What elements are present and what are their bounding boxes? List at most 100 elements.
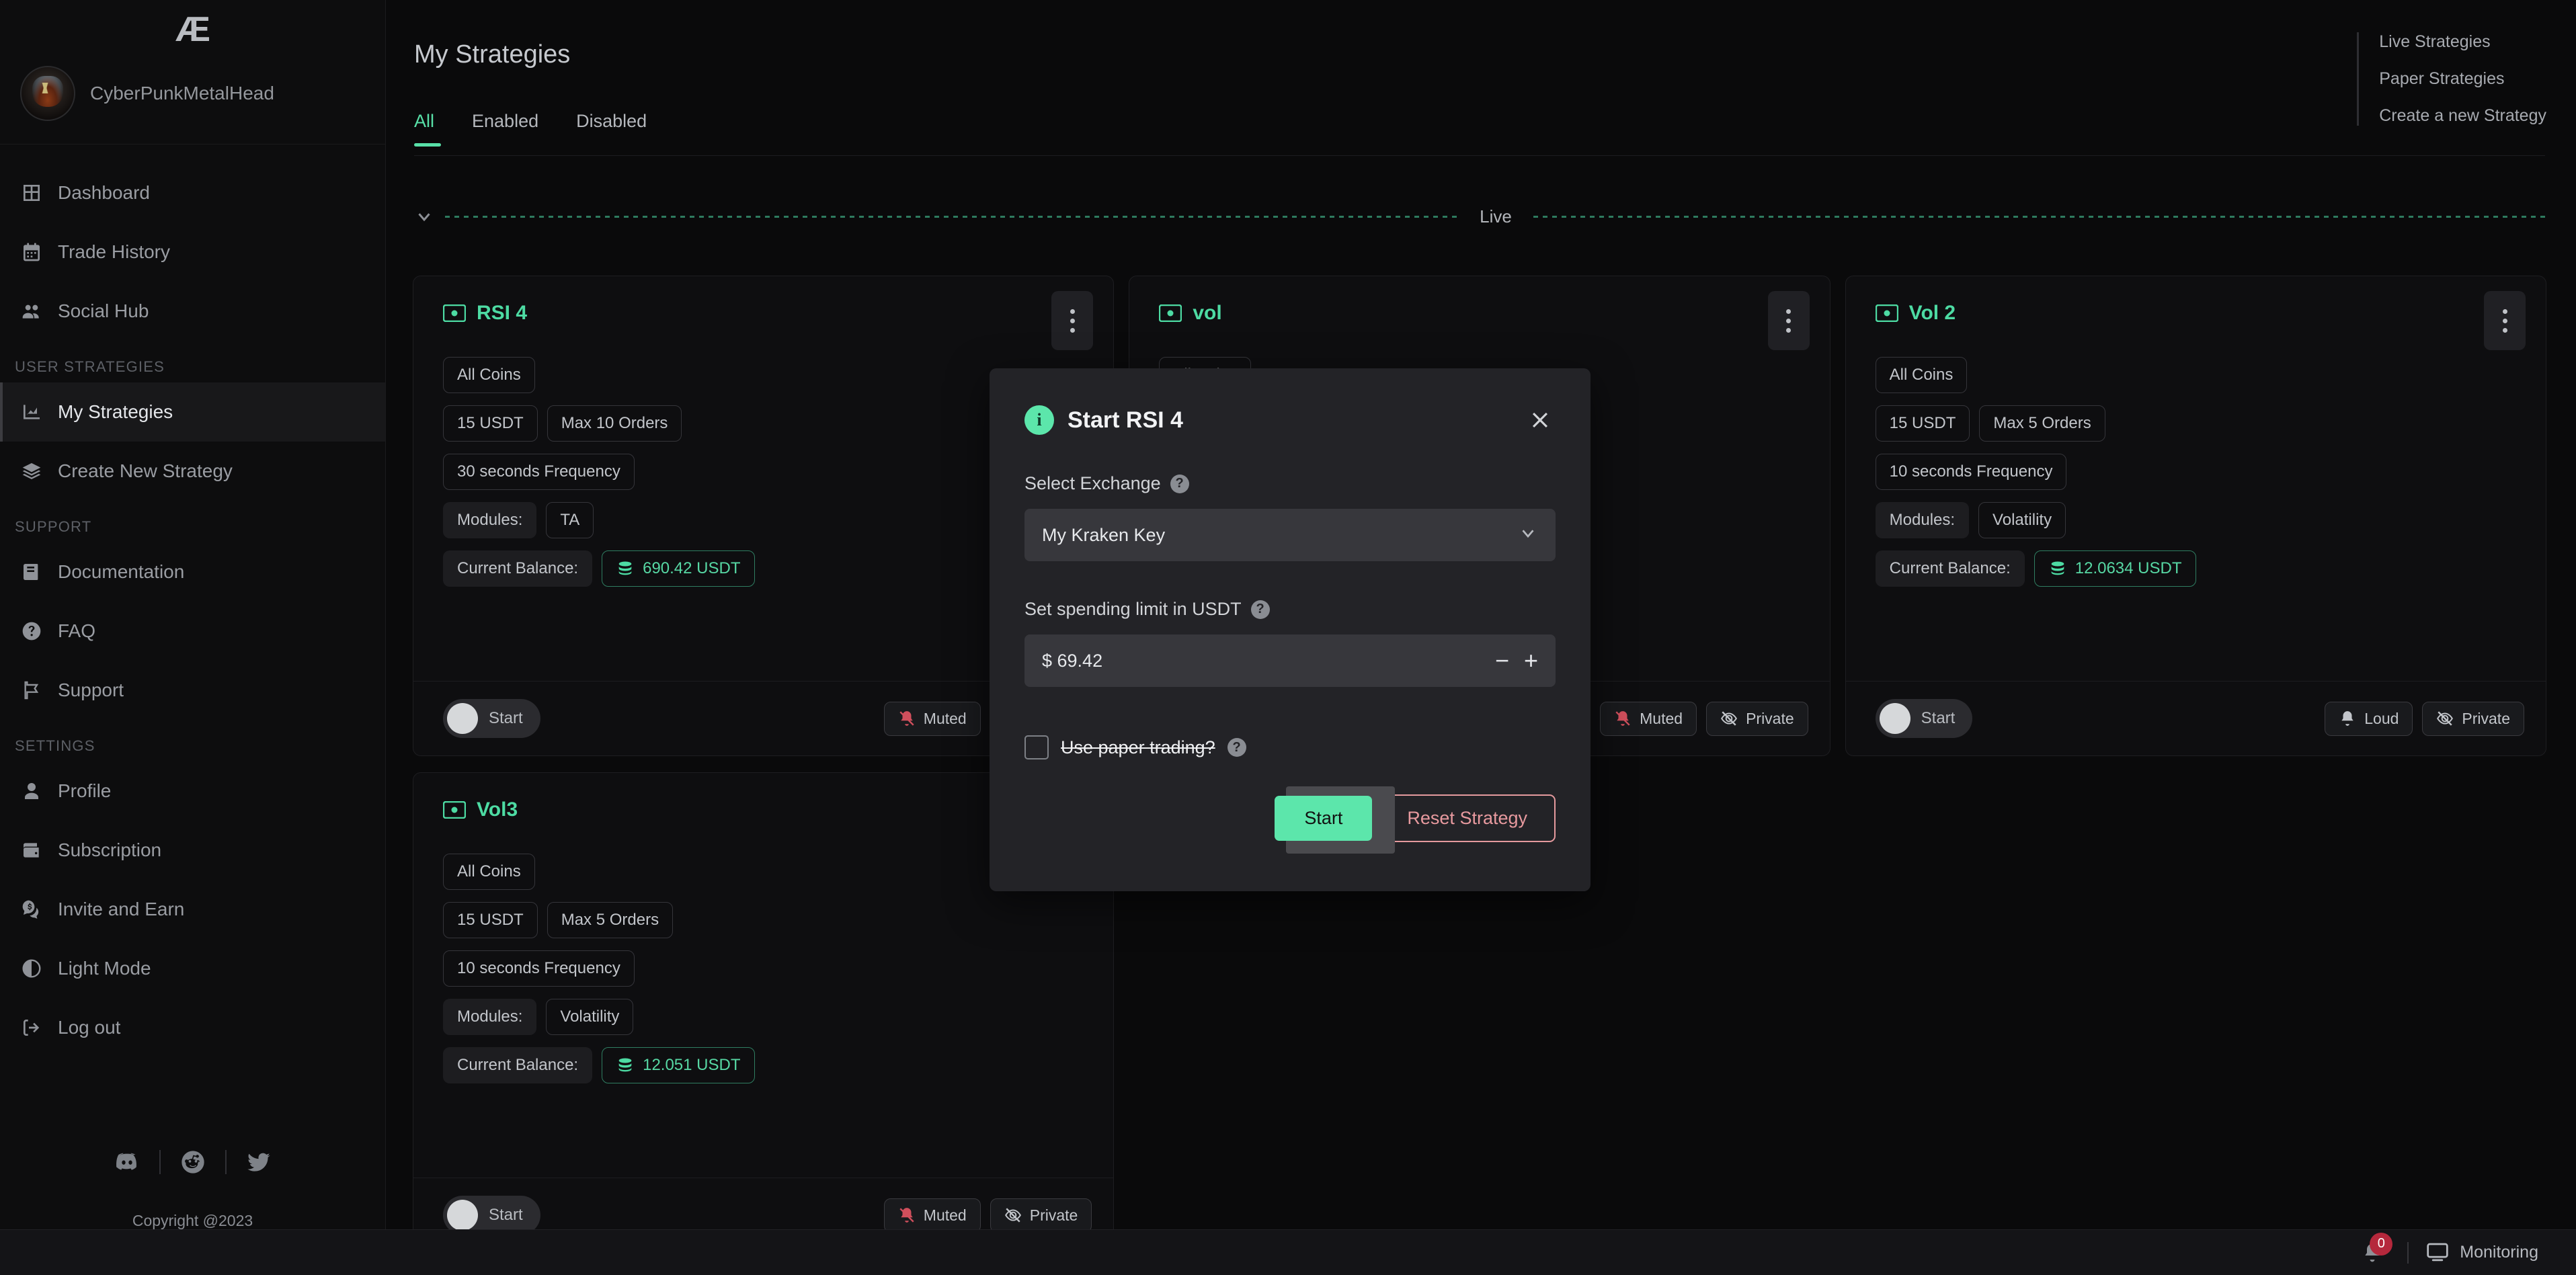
filter-tabs: All Enabled Disabled [414,111,647,147]
strategy-card[interactable]: Vol 2 All Coins 15 USDT Max 5 Orders 10 … [1845,276,2546,756]
paper-trading-checkbox[interactable] [1024,735,1049,759]
bell-muted-icon [899,1208,914,1223]
card-title-row: RSI 4 [443,302,527,325]
twitter-icon[interactable] [227,1149,291,1176]
sidebar-item-trade-history[interactable]: Trade History [0,222,385,282]
sidebar-item-label: Invite and Earn [58,899,185,919]
visibility-toggle-button[interactable]: Private [990,1198,1092,1233]
sound-toggle-button[interactable]: Loud [2325,701,2413,736]
book-icon [20,561,43,583]
chip-balance-value: 12.0634 USDT [2034,550,2196,587]
status-bar: 0 Monitoring [0,1229,2576,1275]
eye-off-icon [2437,711,2454,726]
increment-button[interactable]: + [1524,649,1538,673]
sidebar-group-settings: SETTINGS [15,737,95,754]
help-icon[interactable]: ? [1250,600,1270,619]
monitoring-label: Monitoring [2460,1243,2538,1262]
sound-label: Muted [923,709,967,727]
chip-balance-label: Current Balance: [1875,550,2025,587]
card-title: Vol3 [477,798,518,821]
section-label: Live [1480,206,1512,227]
logo-mark: Æ [175,10,210,49]
tab-all[interactable]: All [414,111,442,147]
people-icon [20,300,43,323]
exchange-select[interactable]: My Kraken Key [1024,509,1556,561]
profile-name: CyberPunkMetalHead [90,83,274,104]
grid-icon [20,181,43,204]
close-icon[interactable] [1525,405,1556,436]
notifications-button[interactable]: 0 [2355,1232,2393,1270]
reset-strategy-button[interactable]: Reset Strategy [1379,794,1556,842]
sidebar-item-invite-and-earn[interactable]: Invite and Earn [0,880,385,939]
sound-label: Muted [923,1206,967,1224]
sound-label: Muted [1640,709,1683,727]
app-root: Æ CyberPunkMetalHead Dashboard Trade His… [0,0,2576,1275]
sidebar-item-profile[interactable]: Profile [0,762,385,821]
link-paper-strategies[interactable]: Paper Strategies [2379,69,2504,89]
chip-amount: 15 USDT [443,405,538,442]
sidebar-item-log-out[interactable]: Log out [0,998,385,1057]
visibility-toggle-button[interactable]: Private [2422,701,2524,736]
help-icon[interactable]: ? [1170,474,1189,493]
sidebar-item-subscription[interactable]: Subscription [0,821,385,880]
link-live-strategies[interactable]: Live Strategies [2379,32,2490,52]
sound-toggle-button[interactable]: Muted [1600,701,1697,736]
sidebar-item-light-mode[interactable]: Light Mode [0,939,385,998]
chip-modules-value: Volatility [1978,502,2066,538]
visibility-toggle-button[interactable]: Private [1706,701,1808,736]
chip-orders: Max 5 Orders [1979,405,2105,442]
decrement-button[interactable]: − [1495,649,1509,673]
chevron-down-icon[interactable] [413,205,436,228]
social-links [0,1149,385,1209]
banknote-icon [1159,304,1182,322]
toggle-label: Start [489,709,523,727]
chip-row: All Coins [1875,357,1968,393]
start-button[interactable]: Start [1275,796,1373,841]
divider-line-right [1533,215,2547,218]
help-icon[interactable]: ? [1227,738,1246,757]
link-create-a-new-strategy[interactable]: Create a new Strategy [2379,106,2546,126]
sidebar-item-support[interactable]: Support [0,661,385,720]
chip-frequency: 10 seconds Frequency [443,950,635,987]
page-title: My Strategies [414,40,571,69]
card-menu-button[interactable] [2484,291,2526,350]
logout-icon [20,1016,43,1039]
sidebar-item-dashboard[interactable]: Dashboard [0,163,385,222]
bell-muted-icon [1615,711,1630,726]
card-menu-button[interactable] [1767,291,1810,350]
chip-row: Modules: Volatility [443,999,634,1035]
contrast-icon [20,957,43,980]
app-logo[interactable]: Æ [0,0,385,59]
monitoring-status[interactable]: Monitoring [2426,1243,2538,1263]
sound-toggle-button[interactable]: Muted [883,1198,981,1233]
chart-area-icon [20,401,43,423]
sidebar-item-create-new-strategy[interactable]: Create New Strategy [0,442,385,501]
sidebar-item-label: Documentation [58,561,185,582]
flag-icon [20,679,43,702]
tab-disabled[interactable]: Disabled [576,111,647,147]
chip-balance-label: Current Balance: [443,1047,593,1083]
card-menu-button[interactable] [1051,291,1094,350]
chip-row: Modules: Volatility [1875,502,2066,538]
sidebar-item-label: Light Mode [58,958,151,979]
start-toggle[interactable]: Start [443,699,540,738]
sidebar-item-faq[interactable]: FAQ [0,602,385,661]
sidebar-item-documentation[interactable]: Documentation [0,542,385,602]
question-circle-icon [20,620,43,643]
chip-frequency: 10 seconds Frequency [1875,454,2067,490]
discord-icon[interactable] [95,1149,159,1176]
sidebar-item-my-strategies[interactable]: My Strategies [0,382,385,442]
sidebar-item-social-hub[interactable]: Social Hub [0,282,385,341]
user-icon [20,780,43,803]
chip-orders: Max 5 Orders [547,902,674,938]
reddit-icon[interactable] [161,1149,225,1176]
chip-amount: 15 USDT [1875,405,1970,442]
spending-limit-input[interactable]: $ 69.42 − + [1024,634,1556,687]
tabs-underline [414,155,2545,156]
spending-limit-value: $ 69.42 [1042,650,1103,671]
tab-enabled[interactable]: Enabled [472,111,538,147]
coins-icon [2051,561,2064,575]
profile-row[interactable]: CyberPunkMetalHead [0,59,385,145]
sound-toggle-button[interactable]: Muted [883,701,981,736]
start-toggle[interactable]: Start [1875,699,1973,738]
